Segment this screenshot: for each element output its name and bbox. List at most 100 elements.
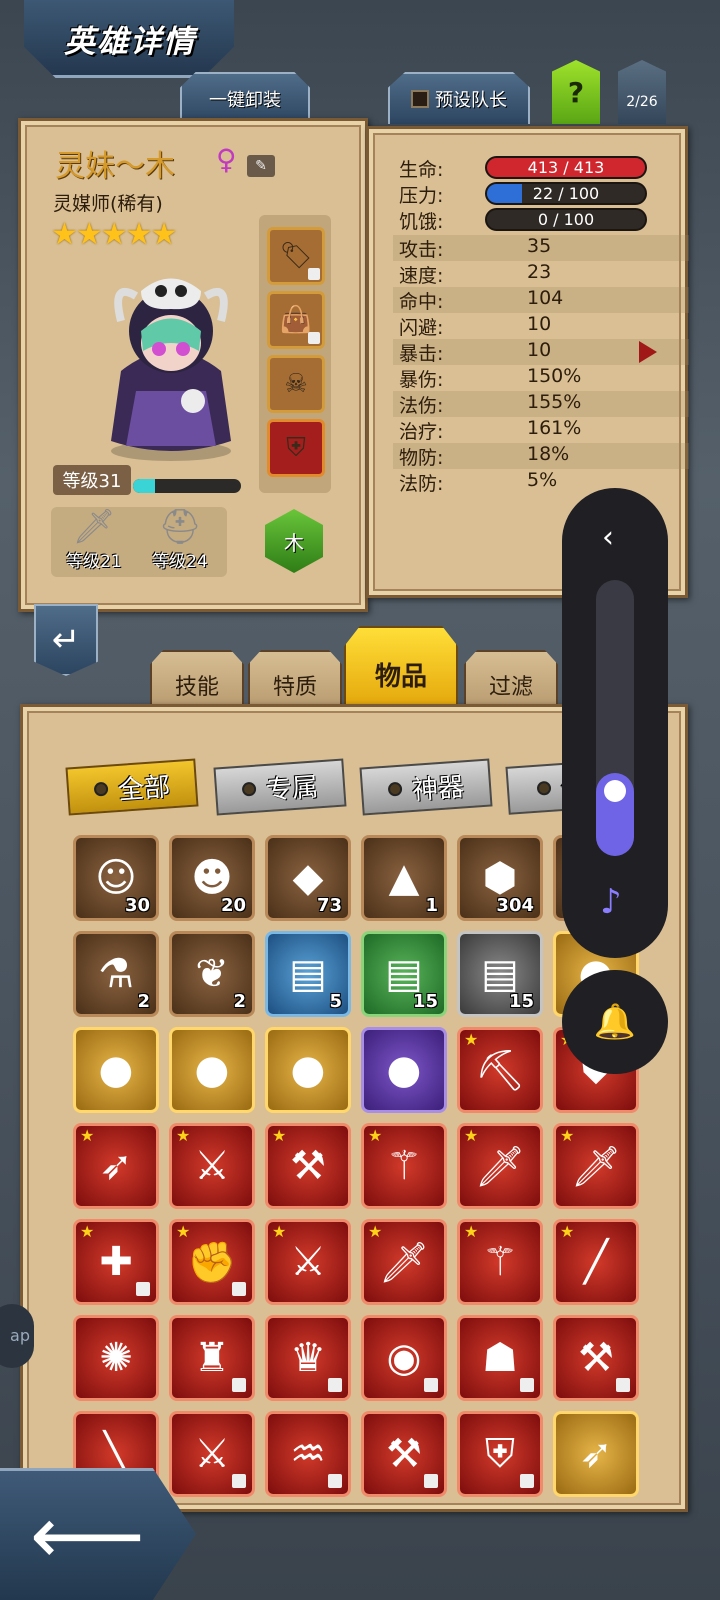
stat-accuracy: 命中: 104 bbox=[393, 287, 689, 313]
inventory-slot[interactable]: ♛ bbox=[265, 1315, 351, 1401]
element-badge[interactable]: 木 bbox=[265, 509, 323, 573]
star-icon: ★ bbox=[80, 1222, 95, 1241]
side-edge-tab[interactable]: ap bbox=[0, 1304, 34, 1368]
armor-icon: ⛨ bbox=[485, 1431, 515, 1477]
star-icon: ★ bbox=[80, 1126, 95, 1145]
inventory-slot[interactable]: ◉ bbox=[361, 1315, 447, 1401]
hero-portrait[interactable] bbox=[81, 251, 261, 471]
filter-exclusive-button[interactable]: 专属 bbox=[213, 758, 347, 816]
tab-skills[interactable]: 技能 bbox=[150, 650, 244, 708]
inventory-slot[interactable]: ✺ bbox=[73, 1315, 159, 1401]
more-stats-arrow-icon[interactable] bbox=[639, 341, 657, 363]
inventory-slot[interactable]: 🗡 ★ bbox=[457, 1123, 543, 1209]
helmet-icon: ⛑ bbox=[158, 507, 202, 547]
gold-ore-pile-icon: ▲ bbox=[388, 855, 420, 901]
inventory-slot[interactable]: ⚔ bbox=[169, 1411, 255, 1497]
stat-value: 161% bbox=[527, 417, 582, 439]
exp-bar bbox=[133, 479, 241, 493]
unequip-all-button[interactable]: 一键卸装 bbox=[180, 72, 310, 124]
stat-value: 23 bbox=[527, 261, 552, 283]
stat-label: 速度: bbox=[399, 265, 444, 287]
preset-leader-checkbox[interactable] bbox=[411, 90, 429, 108]
armor-level: 等级24 bbox=[152, 552, 208, 572]
inventory-slot[interactable]: ⛨ bbox=[457, 1411, 543, 1497]
inventory-slot[interactable]: ♒ bbox=[265, 1411, 351, 1497]
inventory-slot[interactable]: 🗡 ★ bbox=[361, 1219, 447, 1305]
inventory-slot[interactable]: ❦ 2 bbox=[169, 931, 255, 1017]
help-button[interactable]: ? bbox=[552, 60, 600, 124]
filter-all-label: 全部 bbox=[117, 771, 172, 806]
inventory-slot[interactable]: ☗ bbox=[457, 1315, 543, 1401]
star-icon: ★ bbox=[272, 1126, 287, 1145]
filter-artifact-button[interactable]: 神器 bbox=[359, 758, 493, 816]
inventory-slot[interactable]: ⚒ bbox=[361, 1411, 447, 1497]
inventory-slot[interactable]: ▤ 15 bbox=[457, 931, 543, 1017]
inventory-slot[interactable]: ✚ ★ bbox=[73, 1219, 159, 1305]
lock-icon bbox=[232, 1474, 246, 1488]
weapon-slot[interactable]: 🗡 等级21 bbox=[51, 507, 137, 572]
inventory-slot[interactable]: ➶ bbox=[553, 1411, 639, 1497]
bell-icon[interactable]: 🔔 bbox=[562, 970, 668, 1074]
inventory-slot[interactable]: ╱ ★ bbox=[553, 1219, 639, 1305]
lock-icon bbox=[520, 1474, 534, 1488]
inventory-slot[interactable]: ▲ 1 bbox=[361, 835, 447, 921]
weapon-level: 等级21 bbox=[66, 552, 122, 572]
slot-shield-crest[interactable]: ⛨ bbox=[267, 419, 325, 477]
inventory-slot[interactable]: ⚒ ★ bbox=[265, 1123, 351, 1209]
inventory-slot[interactable]: ➶ ★ bbox=[73, 1123, 159, 1209]
inventory-slot[interactable]: ⚒ bbox=[553, 1315, 639, 1401]
inventory-slot[interactable]: ✊ ★ bbox=[169, 1219, 255, 1305]
stat-label: 命中: bbox=[399, 291, 444, 313]
inventory-slot[interactable]: ▤ 15 bbox=[361, 931, 447, 1017]
stat-value: 10 bbox=[527, 339, 552, 361]
stat-value: 155% bbox=[527, 391, 582, 413]
inventory-slot[interactable]: ⚚ ★ bbox=[361, 1123, 447, 1209]
shield-crest-icon: ⛨ bbox=[286, 432, 306, 463]
volume-slider-knob[interactable] bbox=[604, 780, 626, 802]
green-orb-icon: ● bbox=[194, 1047, 230, 1093]
lock-icon bbox=[232, 1378, 246, 1392]
inventory-slot[interactable]: ☻ 20 bbox=[169, 835, 255, 921]
inventory-slot[interactable]: ⚔ ★ bbox=[169, 1123, 255, 1209]
inventory-slot[interactable]: ⛏ ★ bbox=[457, 1027, 543, 1113]
green-orb-icon: ● bbox=[290, 1047, 326, 1093]
tab-traits[interactable]: 特质 bbox=[248, 650, 342, 708]
filter-dot bbox=[93, 781, 109, 797]
stress-value: 22 / 100 bbox=[532, 184, 600, 203]
slot-trinket-bag[interactable]: 👜 bbox=[267, 291, 325, 349]
flame-sword-icon: 🗡 bbox=[570, 1143, 622, 1190]
filter-all-button[interactable]: 全部 bbox=[65, 758, 199, 816]
inventory-slot[interactable]: ⚔ ★ bbox=[265, 1219, 351, 1305]
blue-sword-icon: ⚔ bbox=[194, 1431, 230, 1477]
inventory-slot[interactable]: ♜ bbox=[169, 1315, 255, 1401]
inventory-slot[interactable]: ● bbox=[169, 1027, 255, 1113]
inventory-slot[interactable]: ● bbox=[265, 1027, 351, 1113]
inventory-slot[interactable]: 🗡 ★ bbox=[553, 1123, 639, 1209]
tag-icon: 🏷 bbox=[279, 241, 313, 271]
music-note-icon[interactable]: ♪ bbox=[600, 882, 622, 922]
stat-label: 暴击: bbox=[399, 343, 444, 365]
slot-skull-cape[interactable]: ☠ bbox=[267, 355, 325, 413]
preset-leader-toggle[interactable]: 预设队长 bbox=[388, 72, 530, 124]
return-icon[interactable]: ↵ bbox=[34, 604, 98, 676]
stat-value: 150% bbox=[527, 365, 582, 387]
inventory-slot[interactable]: ⚚ ★ bbox=[457, 1219, 543, 1305]
preset-leader-label: 预设队长 bbox=[435, 90, 507, 111]
inventory-slot[interactable]: ⬢ 304 bbox=[457, 835, 543, 921]
star-icon: ★ bbox=[176, 1126, 191, 1145]
slot-trinket-tag[interactable]: 🏷 bbox=[267, 227, 325, 285]
inventory-slot[interactable]: ● bbox=[361, 1027, 447, 1113]
inventory-slot[interactable]: ◆ 73 bbox=[265, 835, 351, 921]
stat-magic-damage: 法伤: 155% bbox=[393, 391, 689, 417]
inventory-slot[interactable]: ● bbox=[73, 1027, 159, 1113]
inventory-slot[interactable]: ▤ 5 bbox=[265, 931, 351, 1017]
volume-slider[interactable] bbox=[596, 580, 634, 856]
tab-filter[interactable]: 过滤 bbox=[464, 650, 558, 708]
inventory-slot[interactable]: ☺ 30 bbox=[73, 835, 159, 921]
star-icon: ★ bbox=[368, 1222, 383, 1241]
inventory-slot[interactable]: ⚗ 2 bbox=[73, 931, 159, 1017]
edit-name-icon[interactable]: ✎ bbox=[247, 155, 275, 177]
collapse-chevron-icon[interactable]: ‹ bbox=[602, 520, 614, 555]
armor-slot[interactable]: ⛑ 等级24 bbox=[137, 507, 223, 572]
tab-items[interactable]: 物品 bbox=[344, 626, 458, 708]
